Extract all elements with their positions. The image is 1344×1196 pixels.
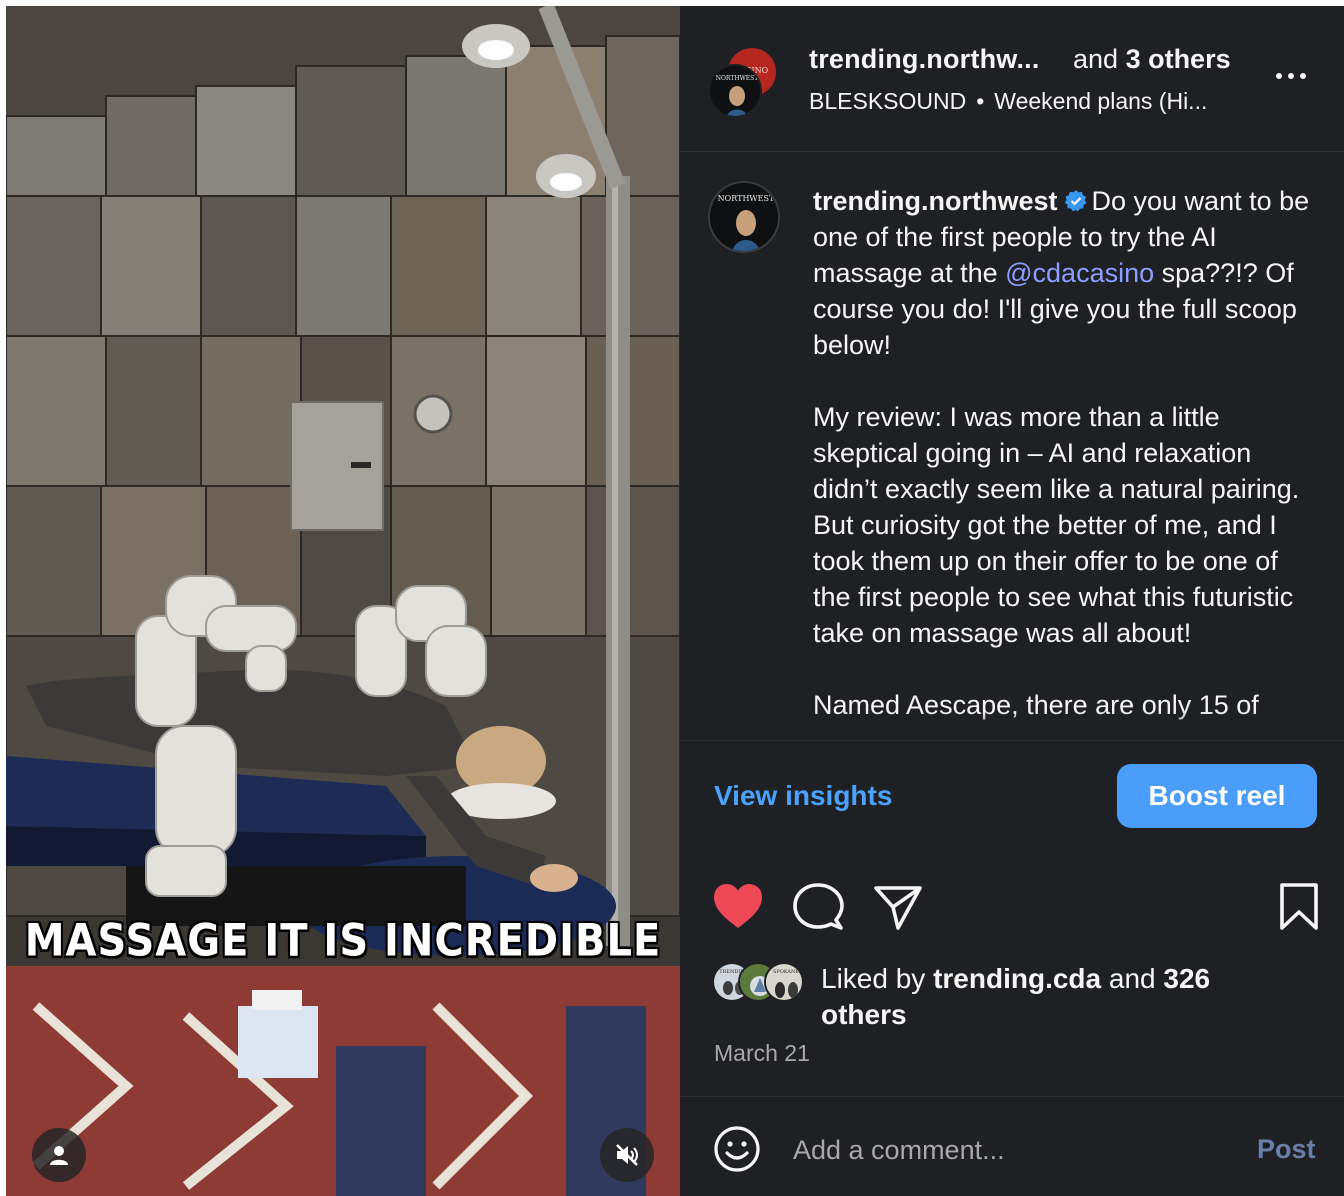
header-others-link[interactable]: 3 others (1126, 44, 1231, 74)
liker-username-link[interactable]: trending.cda (933, 963, 1101, 994)
caption-username-link[interactable]: trending.northwest (813, 186, 1058, 216)
audio-info[interactable]: BLESKSOUND • Weekend plans (Hi... (809, 88, 1207, 115)
divider (680, 740, 1344, 741)
muted-speaker-icon (616, 1144, 638, 1166)
header-collaborators[interactable]: and 3 others (1073, 44, 1231, 75)
liker-avatar[interactable]: SPOKANE (764, 962, 804, 1002)
post-comment-button[interactable]: Post (1257, 1134, 1316, 1165)
caption-fade (680, 711, 1344, 741)
author-avatar[interactable]: NORTHWEST (708, 64, 762, 118)
post-date[interactable]: March 21 (714, 1040, 810, 1067)
reel-video-frame (6, 6, 680, 1196)
caption-avatar-image: NORTHWEST (710, 183, 778, 251)
liker-avatar-image: SPOKANE (766, 964, 802, 1000)
heart-filled-icon (714, 884, 762, 928)
post-details-panel: SINO NORTHWEST trending.northw... and 3 … (680, 6, 1344, 1196)
smiley-icon (714, 1126, 760, 1172)
more-options-button[interactable] (1276, 66, 1316, 86)
mute-toggle-button[interactable] (600, 1128, 654, 1182)
audio-artist[interactable]: BLESKSOUND (809, 88, 966, 114)
divider (680, 1096, 1344, 1097)
share-button[interactable] (872, 882, 924, 932)
mention-link[interactable]: @cdacasino (1005, 258, 1154, 288)
post-header: SINO NORTHWEST trending.northw... and 3 … (680, 6, 1344, 152)
paper-plane-icon (874, 886, 922, 930)
comment-bubble-icon (793, 883, 844, 930)
svg-text:NORTHWEST: NORTHWEST (716, 75, 758, 82)
reel-video[interactable]: MASSAGE IT IS INCREDIBLE (6, 6, 680, 1196)
caption-author-avatar[interactable]: NORTHWEST (708, 181, 780, 253)
more-dot (1300, 73, 1306, 79)
svg-text:NORTHWEST: NORTHWEST (718, 194, 775, 203)
post-caption-area[interactable]: NORTHWEST trending.northwest Do you want … (680, 153, 1344, 741)
caption-paragraph: My review: I was more than a little skep… (813, 402, 1300, 648)
likes-prefix: Liked by (821, 963, 934, 994)
video-caption-overlay: MASSAGE IT IS INCREDIBLE (24, 915, 662, 967)
tagged-users-button[interactable] (32, 1128, 86, 1182)
author-avatar-image: NORTHWEST (710, 66, 760, 116)
caption-text: trending.northwest Do you want to be one … (813, 183, 1313, 723)
boost-reel-button[interactable]: Boost reel (1117, 764, 1317, 828)
verified-badge-icon (1064, 190, 1086, 212)
likes-middle: and (1101, 963, 1164, 994)
likes-summary[interactable]: Liked by trending.cda and 326 others (821, 961, 1261, 1033)
comment-input[interactable] (793, 1130, 1233, 1170)
bookmark-icon (1280, 883, 1318, 930)
comment-button[interactable] (792, 882, 844, 932)
audio-track[interactable]: Weekend plans (Hi... (994, 88, 1207, 114)
user-icon (50, 1146, 68, 1165)
more-dot (1276, 73, 1282, 79)
header-username-link[interactable]: trending.northw... (809, 44, 1040, 75)
svg-text:SPOKANE: SPOKANE (773, 969, 799, 975)
header-and-text: and (1073, 44, 1126, 74)
more-dot (1288, 73, 1294, 79)
view-insights-link[interactable]: View insights (714, 780, 892, 812)
save-button[interactable] (1274, 882, 1326, 932)
emoji-picker-button[interactable] (712, 1124, 762, 1174)
like-button[interactable] (712, 882, 764, 932)
audio-separator: • (976, 88, 985, 114)
